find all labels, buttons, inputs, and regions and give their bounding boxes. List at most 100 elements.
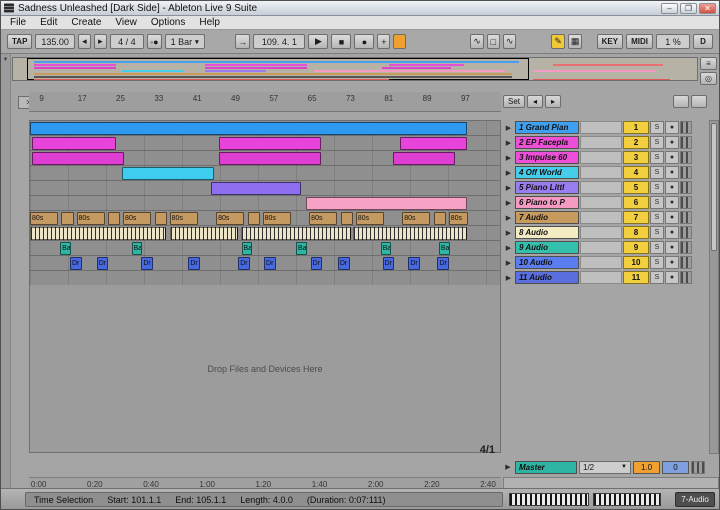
- arrangement-clip[interactable]: 80s: [77, 212, 105, 225]
- metronome-button[interactable]: ◦●: [147, 34, 162, 49]
- quantization-menu[interactable]: 1 Bar ▾: [165, 34, 205, 49]
- close-button[interactable]: ✕: [699, 3, 716, 14]
- track-header[interactable]: ▶3 Impulse 603S●: [503, 150, 707, 165]
- arrangement-clip[interactable]: Ba: [60, 242, 71, 255]
- arm-record-button[interactable]: ●: [665, 196, 679, 209]
- track-lane[interactable]: [30, 166, 500, 181]
- arrangement-clip[interactable]: Ba: [439, 242, 450, 255]
- track-name[interactable]: 2 EP Facepla: [515, 136, 579, 149]
- arrangement-clip[interactable]: [353, 227, 467, 240]
- arrangement-clip[interactable]: [241, 227, 351, 240]
- arrangement-clip[interactable]: [30, 122, 467, 135]
- track-header[interactable]: ▶1 Grand Pian1S●: [503, 120, 707, 135]
- master-track-name[interactable]: Master: [515, 461, 577, 474]
- solo-button[interactable]: S: [650, 226, 664, 239]
- arrangement-overview[interactable]: [12, 57, 698, 81]
- menu-item-options[interactable]: Options: [144, 17, 192, 28]
- menu-item-file[interactable]: File: [3, 17, 33, 28]
- arrangement-clip[interactable]: [170, 227, 238, 240]
- track-fold-arrow-icon[interactable]: ▶: [503, 199, 514, 207]
- track-number-badge[interactable]: 4: [623, 166, 649, 179]
- arrangement-clip[interactable]: [122, 167, 215, 180]
- track-name[interactable]: 9 Audio: [515, 241, 579, 254]
- track-header[interactable]: ▶10 Audio 10S●: [503, 255, 707, 270]
- arm-record-button[interactable]: ●: [665, 151, 679, 164]
- beat-time-ruler[interactable]: 91725334149576573818997: [29, 92, 501, 112]
- header-icon-button-1[interactable]: [673, 95, 689, 108]
- arm-record-button[interactable]: ●: [665, 256, 679, 269]
- arrangement-clip[interactable]: 80s: [30, 212, 58, 225]
- track-fold-arrow-icon[interactable]: ▶: [503, 139, 514, 147]
- arrangement-clip[interactable]: Dr: [408, 257, 420, 270]
- track-header[interactable]: ▶5 Piano Littl5S●: [503, 180, 707, 195]
- maximize-button[interactable]: ❐: [680, 3, 697, 14]
- track-header[interactable]: ▶4 Off World4S●: [503, 165, 707, 180]
- arrangement-clip[interactable]: 80s: [449, 212, 468, 225]
- track-fold-arrow-icon[interactable]: ▶: [503, 259, 514, 267]
- stop-button[interactable]: ■: [331, 34, 351, 49]
- solo-button[interactable]: S: [650, 181, 664, 194]
- overdub-button[interactable]: +: [377, 34, 390, 49]
- track-fold-arrow-icon[interactable]: ▶: [503, 169, 514, 177]
- vertical-scrollbar[interactable]: [709, 120, 719, 454]
- midi-map-button[interactable]: MIDI: [626, 34, 653, 49]
- device-badge[interactable]: 7-Audio: [675, 492, 715, 507]
- arrangement-clip[interactable]: Ba: [242, 242, 253, 255]
- arrangement-clip[interactable]: 80s: [263, 212, 291, 225]
- track-header[interactable]: ▶8 Audio8S●: [503, 225, 707, 240]
- follow-button[interactable]: →: [235, 34, 250, 49]
- track-header[interactable]: ▶2 EP Facepla2S●: [503, 135, 707, 150]
- arrangement-clip[interactable]: Ba: [296, 242, 307, 255]
- track-name[interactable]: 3 Impulse 60: [515, 151, 579, 164]
- arrangement-clip[interactable]: [211, 182, 300, 195]
- arm-record-button[interactable]: ●: [665, 166, 679, 179]
- set-locator-button[interactable]: Set: [503, 95, 525, 108]
- menu-item-create[interactable]: Create: [64, 17, 108, 28]
- arrangement-clip[interactable]: [61, 212, 73, 225]
- track-fold-arrow-icon[interactable]: ▶: [503, 214, 514, 222]
- arrangement-clip[interactable]: Dr: [383, 257, 395, 270]
- record-button[interactable]: ●: [354, 34, 374, 49]
- master-pan-field[interactable]: 0: [662, 461, 689, 474]
- solo-button[interactable]: S: [650, 256, 664, 269]
- solo-button[interactable]: S: [650, 211, 664, 224]
- arrangement-clip[interactable]: Dr: [264, 257, 276, 270]
- arm-record-button[interactable]: ●: [665, 271, 679, 284]
- time-signature-field[interactable]: 4 / 4: [110, 34, 144, 49]
- solo-button[interactable]: S: [650, 166, 664, 179]
- track-number-badge[interactable]: 9: [623, 241, 649, 254]
- track-number-badge[interactable]: 5: [623, 181, 649, 194]
- arrangement-clip[interactable]: [219, 152, 321, 165]
- track-number-badge[interactable]: 2: [623, 136, 649, 149]
- track-fold-arrow-icon[interactable]: ▶: [503, 244, 514, 252]
- arrangement-clip[interactable]: Dr: [141, 257, 153, 270]
- draw-mode-pencil-button[interactable]: ✎: [551, 34, 565, 49]
- track-fold-arrow-icon[interactable]: ▶: [503, 184, 514, 192]
- minimize-button[interactable]: –: [661, 3, 678, 14]
- arm-record-button[interactable]: ●: [665, 121, 679, 134]
- solo-button[interactable]: S: [650, 121, 664, 134]
- arrangement-clip[interactable]: [219, 137, 321, 150]
- master-fold-arrow-icon[interactable]: ▶: [503, 463, 513, 471]
- arrangement-clip[interactable]: [32, 137, 117, 150]
- arrangement-clip[interactable]: [32, 152, 124, 165]
- track-fold-arrow-icon[interactable]: ▶: [503, 154, 514, 162]
- arrangement-clip[interactable]: [248, 212, 260, 225]
- track-number-badge[interactable]: 8: [623, 226, 649, 239]
- track-fold-arrow-icon[interactable]: ▶: [503, 229, 514, 237]
- arrangement-clip[interactable]: [108, 212, 120, 225]
- track-name[interactable]: 10 Audio: [515, 256, 579, 269]
- arrangement-clip[interactable]: 80s: [309, 212, 337, 225]
- track-number-badge[interactable]: 6: [623, 196, 649, 209]
- play-button[interactable]: ▶: [308, 34, 328, 49]
- arm-record-button[interactable]: ●: [665, 136, 679, 149]
- automation-arm-button[interactable]: [393, 34, 406, 49]
- arm-record-button[interactable]: ●: [665, 241, 679, 254]
- drop-zone[interactable]: Drop Files and Devices Here: [29, 285, 501, 453]
- arrangement-clip[interactable]: [155, 212, 167, 225]
- track-number-badge[interactable]: 3: [623, 151, 649, 164]
- overview-menu-icon[interactable]: ≡: [700, 57, 717, 70]
- track-number-badge[interactable]: 1: [623, 121, 649, 134]
- track-fold-arrow-icon[interactable]: ▶: [503, 274, 514, 282]
- track-number-badge[interactable]: 10: [623, 256, 649, 269]
